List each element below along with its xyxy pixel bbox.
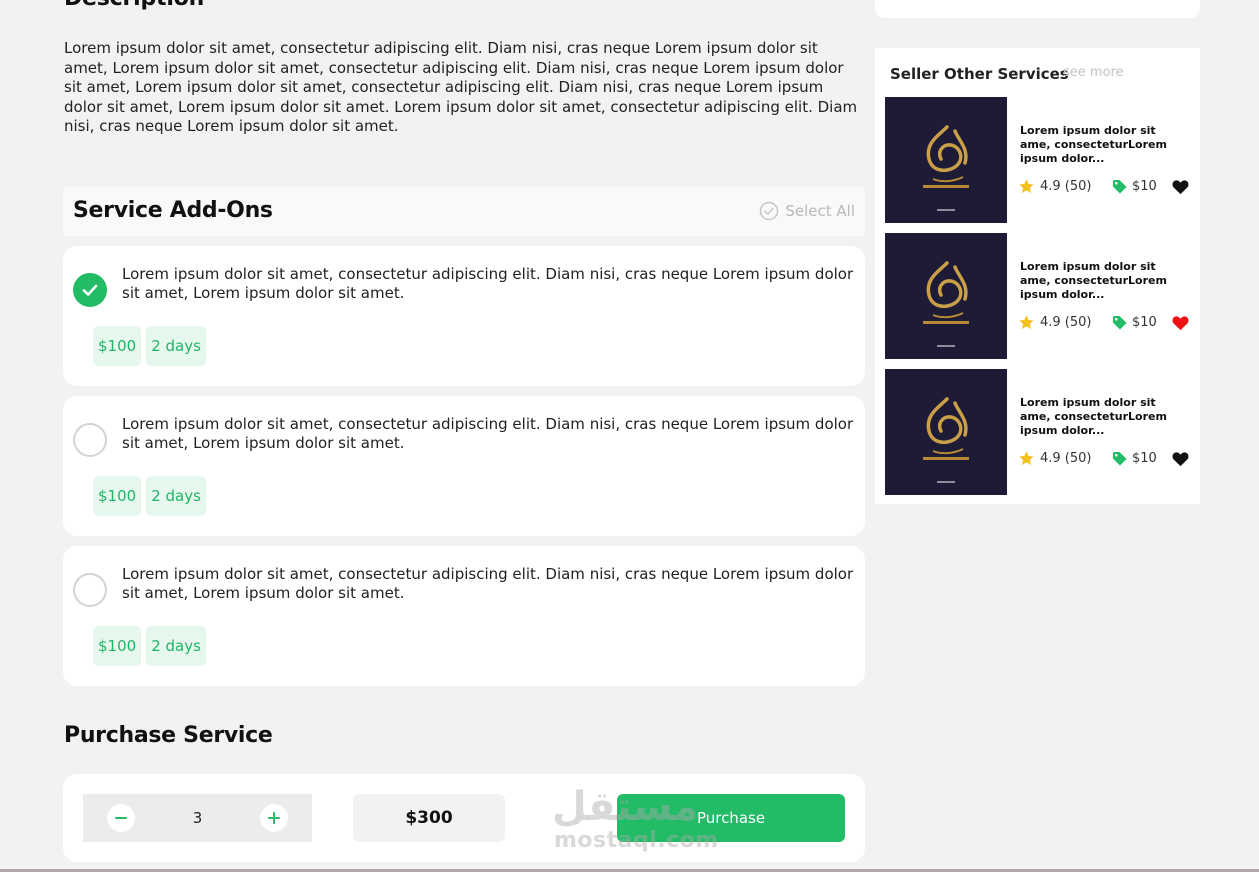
addon-price-tag: $100	[93, 626, 142, 666]
addons-heading: Service Add-Ons	[73, 198, 273, 223]
addon-card: Lorem ipsum dolor sit amet, consectetur …	[63, 396, 865, 536]
addon-card: Lorem ipsum dolor sit amet, consectetur …	[63, 546, 865, 686]
addons-header: Service Add-Ons Select All	[63, 187, 865, 236]
service-rating: 4.9 (50)	[1040, 179, 1092, 194]
calligraphy-logo-image	[885, 233, 1007, 359]
service-title: Lorem ipsum dolor sit ame, consecteturLo…	[1020, 124, 1167, 165]
minus-icon	[115, 817, 127, 819]
heart-icon[interactable]	[1172, 315, 1189, 331]
increase-quantity-button[interactable]	[259, 804, 288, 832]
addon-checkbox[interactable]	[73, 573, 107, 607]
service-card[interactable]: Lorem ipsum dolor sit ame, consecteturLo…	[885, 97, 1190, 223]
select-all-label: Select All	[785, 202, 855, 220]
service-price: $10	[1132, 315, 1157, 330]
total-price: $300	[353, 794, 505, 842]
plus-icon	[267, 812, 280, 824]
decrease-quantity-button[interactable]	[107, 804, 135, 832]
check-circle-icon	[760, 201, 779, 221]
seller-services-heading: Seller Other Services	[890, 65, 1069, 83]
sidebar-top-card	[875, 0, 1200, 18]
quantity-stepper: 3	[83, 794, 312, 842]
service-title: Lorem ipsum dolor sit ame, consecteturLo…	[1020, 260, 1167, 301]
service-card[interactable]: Lorem ipsum dolor sit ame, consecteturLo…	[885, 369, 1190, 495]
addon-duration-tag: 2 days	[146, 626, 206, 666]
addon-price-tag: $100	[93, 476, 142, 516]
addon-duration-tag: 2 days	[146, 326, 206, 366]
star-icon	[1019, 179, 1034, 193]
addon-price-tag: $100	[93, 326, 142, 366]
service-thumbnail	[885, 97, 1007, 223]
price-tag-icon	[1112, 451, 1127, 466]
addon-card: Lorem ipsum dolor sit amet, consectetur …	[63, 246, 865, 386]
addon-duration-tag: 2 days	[146, 476, 206, 516]
addon-description: Lorem ipsum dolor sit amet, consectetur …	[122, 265, 854, 302]
seller-services-panel: Seller Other Services see more Lorem ips…	[875, 48, 1200, 504]
see-more-link[interactable]: see more	[1063, 65, 1124, 80]
service-title: Lorem ipsum dolor sit ame, consecteturLo…	[1020, 396, 1167, 437]
calligraphy-logo-image	[885, 369, 1007, 495]
description-text: Lorem ipsum dolor sit amet, consectetur …	[64, 39, 858, 136]
purchase-card: 3 $300 Purchase	[63, 774, 865, 862]
addon-checkbox[interactable]	[73, 273, 107, 307]
addon-checkbox[interactable]	[73, 423, 107, 457]
service-rating: 4.9 (50)	[1040, 451, 1092, 466]
calligraphy-logo-image	[885, 97, 1007, 223]
select-all-button[interactable]: Select All	[759, 201, 855, 221]
service-card[interactable]: Lorem ipsum dolor sit ame, consecteturLo…	[885, 233, 1190, 359]
heart-icon[interactable]	[1172, 451, 1189, 467]
description-heading: Description	[64, 0, 204, 11]
addon-description: Lorem ipsum dolor sit amet, consectetur …	[122, 415, 854, 452]
check-icon	[82, 284, 98, 296]
quantity-value: 3	[192, 809, 203, 827]
addon-description: Lorem ipsum dolor sit amet, consectetur …	[122, 565, 854, 602]
service-price: $10	[1132, 451, 1157, 466]
service-thumbnail	[885, 233, 1007, 359]
service-rating: 4.9 (50)	[1040, 315, 1092, 330]
price-tag-icon	[1112, 315, 1127, 330]
heart-icon[interactable]	[1172, 179, 1189, 195]
star-icon	[1019, 315, 1034, 329]
purchase-button[interactable]: Purchase	[617, 794, 845, 842]
star-icon	[1019, 451, 1034, 465]
service-price: $10	[1132, 179, 1157, 194]
purchase-heading: Purchase Service	[64, 723, 273, 748]
service-thumbnail	[885, 369, 1007, 495]
price-tag-icon	[1112, 179, 1127, 194]
